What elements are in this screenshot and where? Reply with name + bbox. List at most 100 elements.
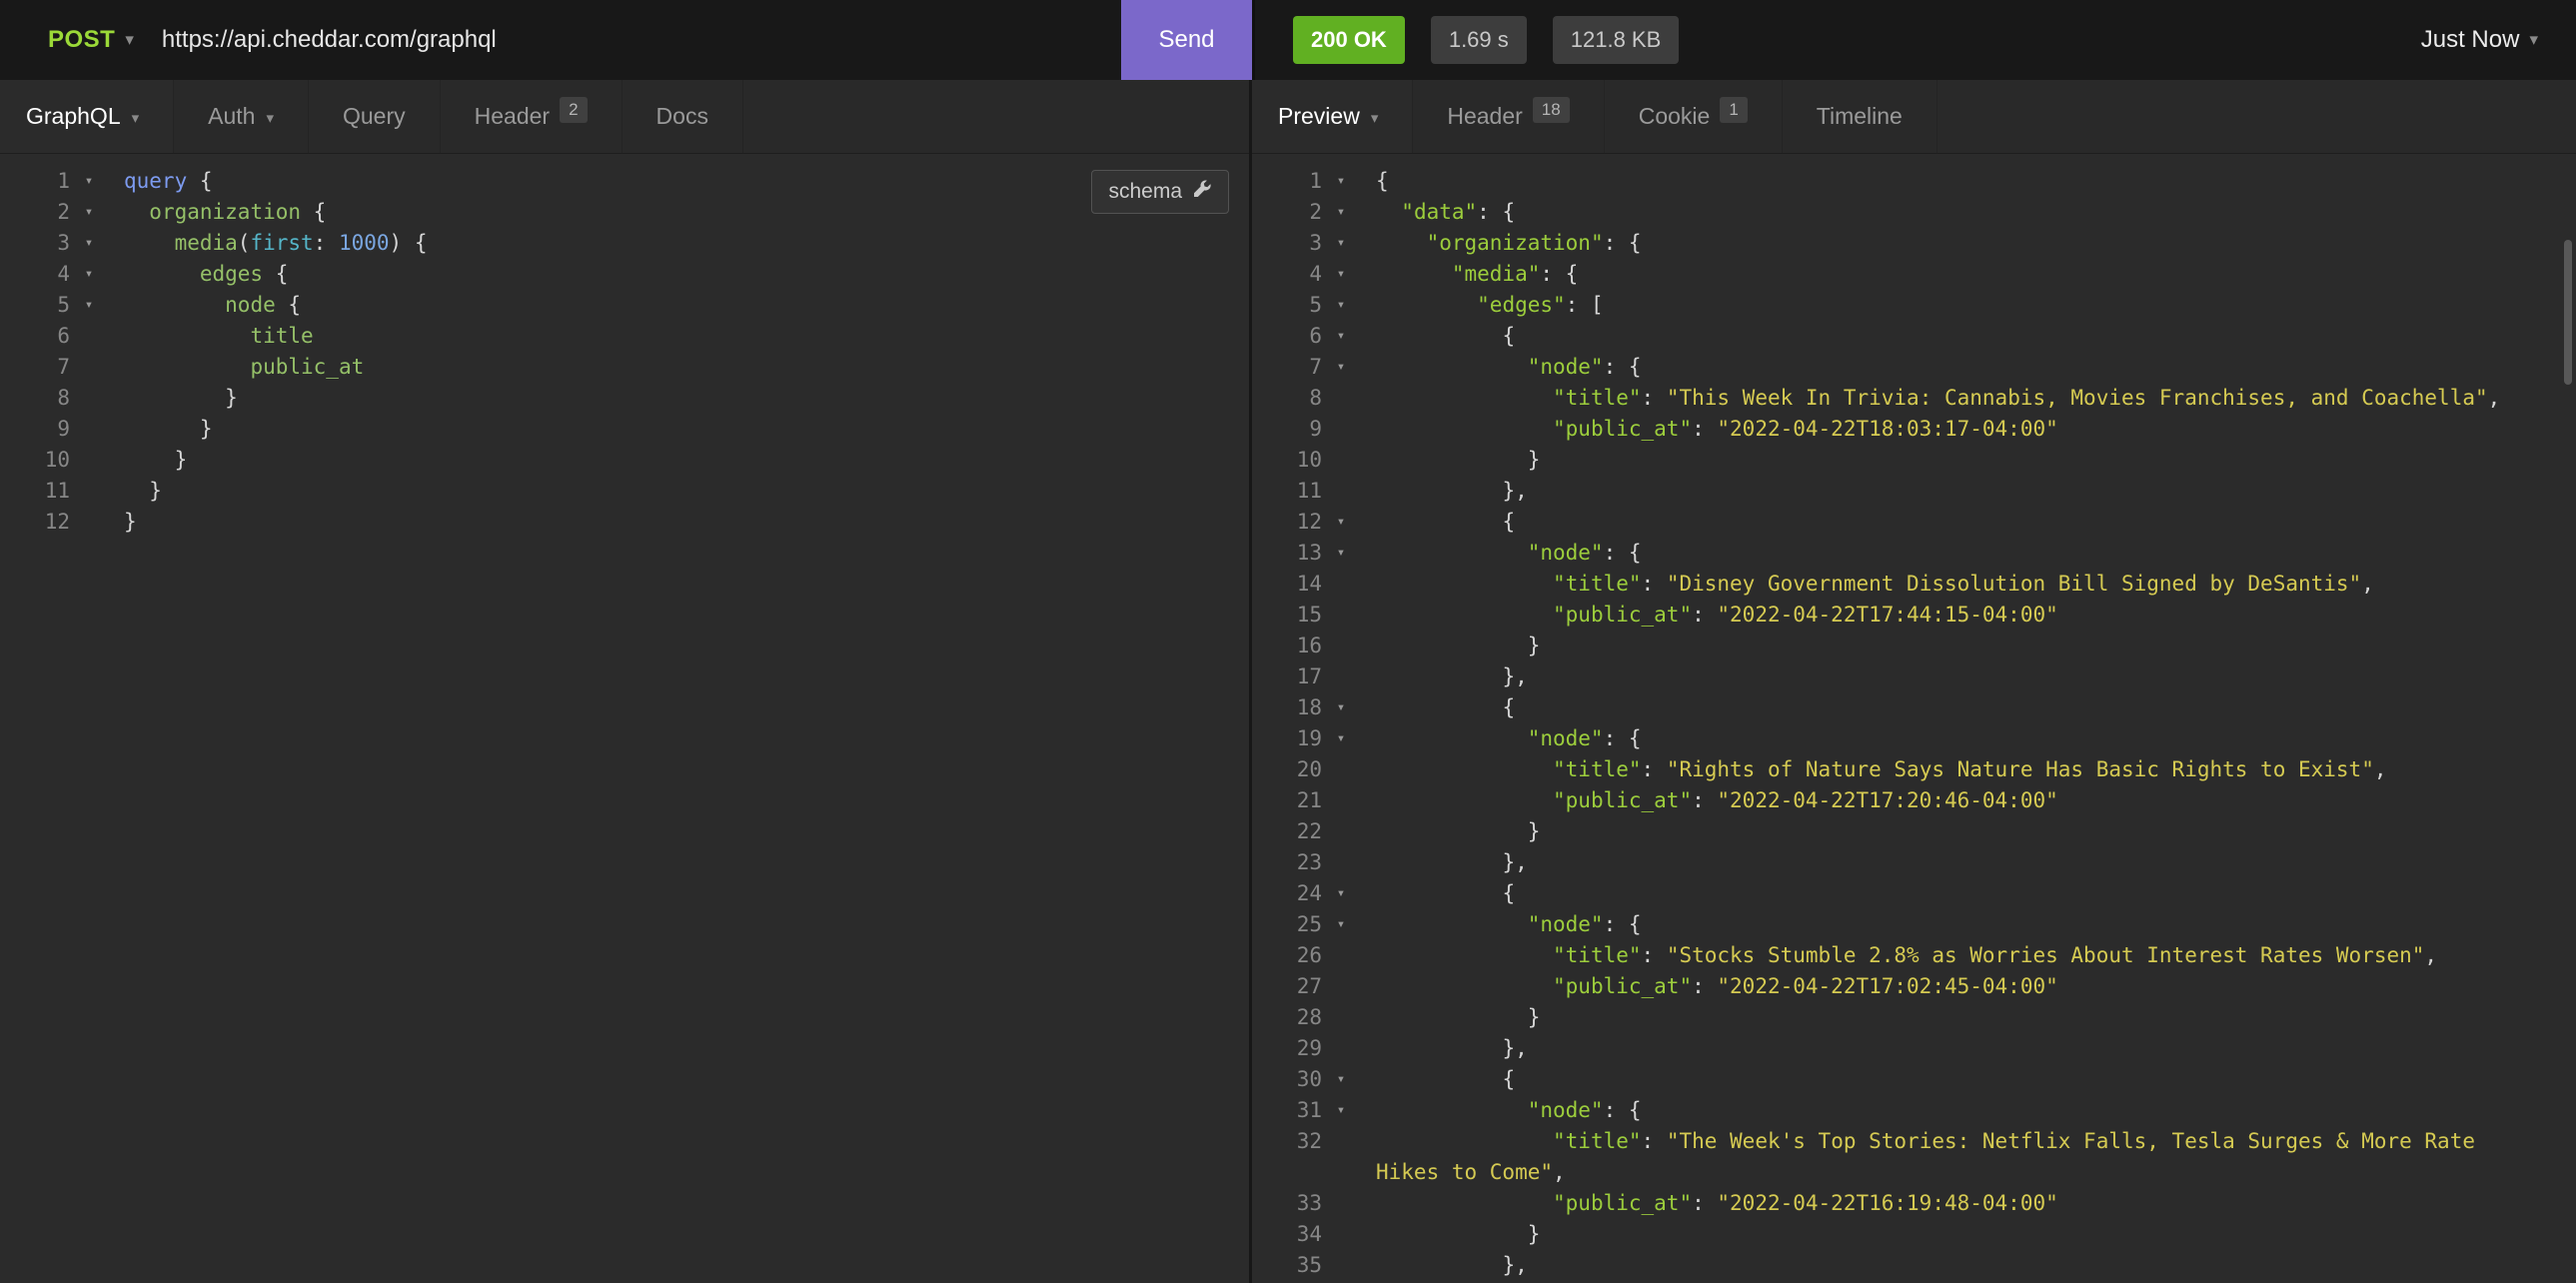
method-dropdown[interactable]: POST ▾ (48, 26, 134, 54)
code-text: organization { (108, 197, 1209, 228)
fold-toggle-icon[interactable]: ▾ (1322, 538, 1360, 569)
code-text: "node": { (1360, 1095, 2536, 1126)
fold-toggle-icon[interactable]: ▾ (1322, 321, 1360, 352)
fold-toggle-icon[interactable]: ▾ (1322, 166, 1360, 197)
code-line: 3▾ media(first: 1000) { (0, 228, 1209, 259)
fold-toggle-icon[interactable]: ▾ (1322, 290, 1360, 321)
tab-cookie[interactable]: Cookie1 (1605, 80, 1783, 153)
line-number: 7 (1252, 352, 1322, 383)
code-text: }, (1360, 847, 2536, 878)
fold-toggle-icon[interactable]: ▾ (70, 197, 108, 228)
tab-auth[interactable]: Auth▾ (174, 80, 309, 153)
fold-toggle-icon[interactable]: ▾ (1322, 723, 1360, 754)
tab-header[interactable]: Header2 (441, 80, 623, 153)
line-number: 23 (1252, 847, 1322, 878)
line-number: 13 (1252, 538, 1322, 569)
tab-preview[interactable]: Preview▾ (1252, 80, 1413, 153)
code-line: 29 }, (1252, 1033, 2536, 1064)
request-tabbar: GraphQL▾Auth▾QueryHeader2Docs (0, 80, 1249, 154)
code-text: "media": { (1360, 259, 2536, 290)
code-line: 35 }, (1252, 1250, 2536, 1281)
line-number: 10 (0, 445, 70, 476)
code-text: } (1360, 631, 2536, 661)
tab-graphql[interactable]: GraphQL▾ (0, 80, 174, 153)
line-number: 25 (1252, 909, 1322, 940)
line-number: 5 (0, 290, 70, 321)
fold-toggle-icon[interactable]: ▾ (70, 228, 108, 259)
fold-toggle-icon[interactable]: ▾ (70, 290, 108, 321)
send-button[interactable]: Send (1121, 0, 1252, 80)
code-text: "organization": { (1360, 228, 2536, 259)
wrench-icon (1192, 179, 1212, 205)
code-line: 11 } (0, 476, 1209, 507)
request-url-bar: POST ▾ https://api.cheddar.com/graphql S… (0, 0, 1252, 80)
line-number: 9 (0, 414, 70, 445)
code-line: 7▾ "node": { (1252, 352, 2536, 383)
fold-spacer (1322, 600, 1360, 631)
fold-toggle-icon[interactable]: ▾ (1322, 1095, 1360, 1126)
fold-spacer (1322, 414, 1360, 445)
code-line: 7 public_at (0, 352, 1209, 383)
code-line: 30▾ { (1252, 1064, 2536, 1095)
tab-docs[interactable]: Docs (623, 80, 743, 153)
fold-toggle-icon[interactable]: ▾ (1322, 1064, 1360, 1095)
url-input[interactable]: https://api.cheddar.com/graphql (162, 26, 497, 54)
tab-header[interactable]: Header18 (1413, 80, 1604, 153)
schema-button[interactable]: schema (1091, 170, 1229, 214)
line-number: 16 (1252, 631, 1322, 661)
line-number: 24 (1252, 878, 1322, 909)
code-text: }, (1360, 476, 2536, 507)
fold-spacer (70, 414, 108, 445)
tab-timeline[interactable]: Timeline (1783, 80, 1937, 153)
line-number: 12 (1252, 507, 1322, 538)
line-number: 2 (1252, 197, 1322, 228)
line-number: 31 (1252, 1095, 1322, 1126)
fold-toggle-icon[interactable]: ▾ (1322, 197, 1360, 228)
fold-spacer (1322, 816, 1360, 847)
response-time-badge: 1.69 s (1431, 16, 1527, 64)
code-text: } (1360, 1219, 2536, 1250)
code-line: 8 } (0, 383, 1209, 414)
code-line: 19▾ "node": { (1252, 723, 2536, 754)
history-dropdown[interactable]: Just Now ▾ (2421, 26, 2538, 54)
line-number: 1 (1252, 166, 1322, 197)
code-text: "title": "Stocks Stumble 2.8% as Worries… (1360, 940, 2536, 971)
fold-toggle-icon[interactable]: ▾ (1322, 259, 1360, 290)
fold-toggle-icon[interactable]: ▾ (1322, 909, 1360, 940)
fold-toggle-icon[interactable]: ▾ (1322, 692, 1360, 723)
fold-spacer (1322, 1219, 1360, 1250)
fold-toggle-icon[interactable]: ▾ (70, 259, 108, 290)
code-text: "public_at": "2022-04-22T17:02:45-04:00" (1360, 971, 2536, 1002)
code-line: 27 "public_at": "2022-04-22T17:02:45-04:… (1252, 971, 2536, 1002)
scrollbar-thumb[interactable] (2564, 240, 2572, 385)
fold-toggle-icon[interactable]: ▾ (1322, 507, 1360, 538)
fold-spacer (1322, 1126, 1360, 1188)
code-text: }, (1360, 661, 2536, 692)
code-text: "edges": [ (1360, 290, 2536, 321)
code-text: { (1360, 1064, 2536, 1095)
code-line: 12} (0, 507, 1209, 538)
fold-spacer (1322, 661, 1360, 692)
line-number: 17 (1252, 661, 1322, 692)
response-preview[interactable]: 1▾{2▾ "data": {3▾ "organization": {4▾ "m… (1252, 154, 2576, 1283)
code-line: 18▾ { (1252, 692, 2536, 723)
request-editor[interactable]: schema 1▾query {2▾ organization {3▾ medi… (0, 154, 1249, 1283)
fold-spacer (70, 507, 108, 538)
fold-toggle-icon[interactable]: ▾ (1322, 228, 1360, 259)
code-line: 8 "title": "This Week In Trivia: Cannabi… (1252, 383, 2536, 414)
code-text: "title": "Disney Government Dissolution … (1360, 569, 2536, 600)
fold-toggle-icon[interactable]: ▾ (70, 166, 108, 197)
fold-spacer (1322, 940, 1360, 971)
code-text: media(first: 1000) { (108, 228, 1209, 259)
code-line: 3▾ "organization": { (1252, 228, 2536, 259)
tab-label: Preview (1278, 103, 1360, 130)
fold-spacer (70, 352, 108, 383)
fold-toggle-icon[interactable]: ▾ (1322, 878, 1360, 909)
code-line: 6▾ { (1252, 321, 2536, 352)
fold-toggle-icon[interactable]: ▾ (1322, 352, 1360, 383)
response-size-badge: 121.8 KB (1553, 16, 1680, 64)
line-number: 15 (1252, 600, 1322, 631)
line-number: 14 (1252, 569, 1322, 600)
code-text: "public_at": "2022-04-22T16:19:48-04:00" (1360, 1188, 2536, 1219)
tab-query[interactable]: Query (309, 80, 441, 153)
